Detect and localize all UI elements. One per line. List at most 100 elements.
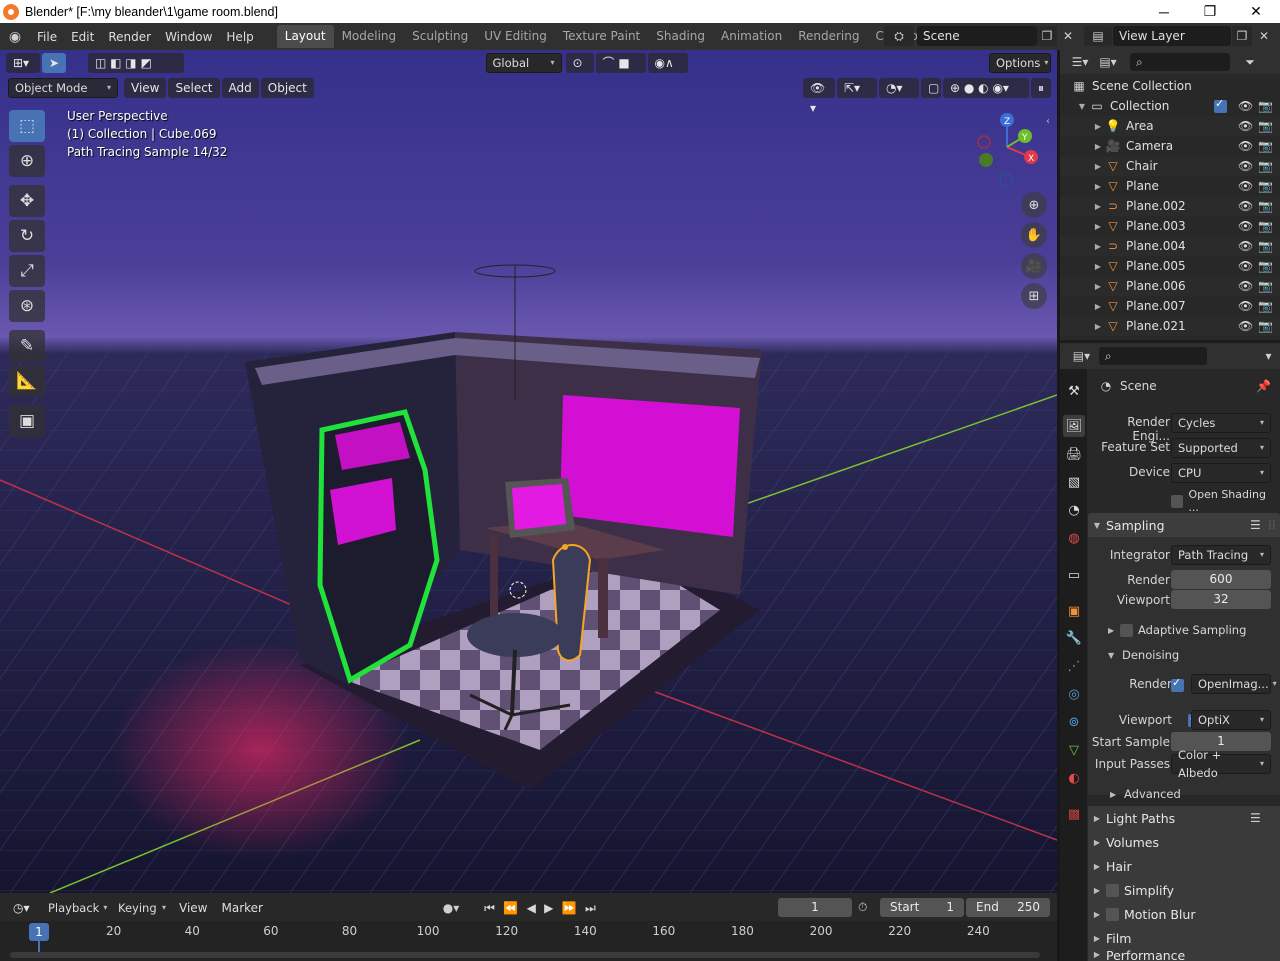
outliner-item[interactable]: ▶ 🎥 Camera 👁 📷 bbox=[1060, 136, 1280, 156]
tab-rendering[interactable]: Rendering bbox=[790, 25, 867, 48]
eye-icon[interactable]: 👁 bbox=[1238, 199, 1253, 213]
end-frame-field[interactable]: End 250 bbox=[966, 898, 1050, 917]
editor-type-icon[interactable]: ⊞▾ bbox=[6, 53, 40, 73]
filter-icon[interactable]: ⏷ bbox=[1238, 55, 1262, 70]
denoise-render-dropdown[interactable]: OpenImag... ▾ bbox=[1191, 674, 1277, 694]
eye-icon[interactable]: 👁 bbox=[1238, 299, 1253, 313]
denoise-render-checkbox[interactable] bbox=[1171, 676, 1184, 692]
keying-menu[interactable]: Keying ▾ bbox=[112, 898, 172, 918]
output-tab-icon[interactable]: 🖨 bbox=[1063, 443, 1085, 465]
eye-icon[interactable]: 👁 bbox=[1238, 179, 1253, 193]
expand-icon[interactable]: ▶ bbox=[1092, 222, 1104, 231]
tab-sculpting[interactable]: Sculpting bbox=[404, 25, 476, 48]
eye-icon[interactable]: 👁 bbox=[1238, 159, 1253, 173]
viewport-menu-add[interactable]: Add bbox=[221, 78, 259, 98]
playback-menu[interactable]: Playback ▾ bbox=[42, 898, 112, 918]
render-camera-icon[interactable]: 📷 bbox=[1258, 139, 1273, 153]
selection-mode-icons[interactable]: ◫ ◧ ◨ ◩ bbox=[88, 53, 184, 73]
tab-animation[interactable]: Animation bbox=[713, 25, 790, 48]
view-layer-field[interactable]: View Layer bbox=[1113, 26, 1231, 46]
particles-tab-icon[interactable]: ⋰ bbox=[1063, 655, 1085, 677]
simplify-panel-header[interactable]: ▶ Simplify bbox=[1088, 878, 1280, 902]
timeline-editor-icon[interactable]: ◷▾ bbox=[6, 898, 40, 918]
mode-dropdown[interactable]: Object Mode ▾ bbox=[8, 78, 118, 98]
outliner-item[interactable]: ▶ ▽ Plane.006 👁 📷 bbox=[1060, 276, 1280, 296]
outliner-item[interactable]: ▶ ▽ Plane.003 👁 📷 bbox=[1060, 216, 1280, 236]
minimize-button[interactable]: ─ bbox=[1141, 0, 1187, 23]
properties-search-input[interactable]: ⌕ bbox=[1098, 347, 1207, 365]
outliner-editor-icon[interactable]: ☰▾ bbox=[1066, 55, 1094, 69]
tab-layout[interactable]: Layout bbox=[276, 25, 334, 48]
advanced-subpanel[interactable]: ▶ Advanced bbox=[1110, 787, 1270, 801]
expand-icon[interactable]: ▶ bbox=[1092, 122, 1104, 131]
delete-scene-icon[interactable]: ✕ bbox=[1058, 26, 1078, 46]
render-camera-icon[interactable]: 📷 bbox=[1258, 239, 1273, 253]
jump-end-icon[interactable]: ⏭ bbox=[585, 901, 596, 916]
feature-set-dropdown[interactable]: Supported ▾ bbox=[1171, 438, 1271, 458]
scene-tab-icon[interactable]: ◔ bbox=[1063, 499, 1085, 521]
drag-handle-icon[interactable]: ⁞⁞ bbox=[1268, 518, 1276, 532]
physics-tab-icon[interactable]: ◎ bbox=[1063, 683, 1085, 705]
view-layer-tab-icon[interactable]: ▧ bbox=[1063, 471, 1085, 493]
pan-hand-icon[interactable]: ✋ bbox=[1021, 222, 1047, 248]
motion-blur-checkbox[interactable] bbox=[1106, 907, 1119, 921]
expand-icon[interactable]: ▶ bbox=[1092, 142, 1104, 151]
shading-mode-icons[interactable]: ⊕ ● ◐ ◉▾ bbox=[943, 78, 1029, 98]
xray-icon[interactable]: ▢ bbox=[921, 78, 941, 98]
viewport-menu-select[interactable]: Select bbox=[168, 78, 220, 98]
render-camera-icon[interactable]: 📷 bbox=[1258, 279, 1273, 293]
presets-list-icon[interactable]: ☰ bbox=[1250, 811, 1261, 825]
eye-icon[interactable]: 👁 bbox=[1238, 239, 1253, 253]
render-camera-icon[interactable]: 📷 bbox=[1258, 259, 1273, 273]
eye-icon[interactable]: 👁 bbox=[1238, 319, 1253, 333]
performance-panel-header[interactable]: ▶ Performance bbox=[1088, 950, 1280, 961]
tool-measure-icon[interactable]: 📐 bbox=[9, 365, 45, 397]
tool-rotate-icon[interactable]: ↻ bbox=[9, 220, 45, 252]
outliner-collection[interactable]: ▼ ▭ Collection 👁 📷 bbox=[1060, 96, 1280, 116]
outliner-item[interactable]: ▶ ▽ Plane 👁 📷 bbox=[1060, 176, 1280, 196]
timeline-view-menu[interactable]: View bbox=[172, 897, 214, 919]
menu-edit[interactable]: Edit bbox=[64, 26, 101, 48]
properties-editor-icon[interactable]: ▤▾ bbox=[1068, 349, 1095, 363]
denoise-viewport-dropdown[interactable]: OptiX ▾ bbox=[1191, 710, 1271, 730]
tool-annotate-icon[interactable]: ✎ bbox=[9, 330, 45, 362]
tool-add-cube-icon[interactable]: ▣ bbox=[9, 405, 45, 437]
eye-icon[interactable]: 👁 bbox=[1238, 219, 1253, 233]
camera-view-icon[interactable]: 🎥 bbox=[1021, 253, 1047, 279]
open-shading-checkbox[interactable] bbox=[1171, 494, 1184, 508]
modifier-tab-icon[interactable]: 🔧 bbox=[1063, 627, 1085, 649]
view-layer-selector-icon[interactable]: ▤ bbox=[1084, 26, 1112, 46]
collection-exclude-checkbox[interactable] bbox=[1214, 97, 1227, 113]
expand-icon[interactable]: ▶ bbox=[1092, 182, 1104, 191]
expand-icon[interactable]: ▶ bbox=[1092, 322, 1104, 331]
tool-cursor-icon[interactable]: ⊕ bbox=[9, 145, 45, 177]
sampling-panel-header[interactable]: ▼ Sampling ☰ ⁞⁞ bbox=[1088, 513, 1280, 537]
new-view-layer-icon[interactable]: ❐ bbox=[1232, 26, 1252, 46]
eye-icon[interactable]: 👁 bbox=[1238, 139, 1253, 153]
prev-keyframe-icon[interactable]: ⏪ bbox=[503, 901, 518, 915]
stopwatch-icon[interactable]: ⏱ bbox=[858, 900, 867, 915]
visibility-icon[interactable]: 👁▾ bbox=[803, 78, 835, 115]
volumes-panel-header[interactable]: ▶ Volumes bbox=[1088, 830, 1280, 854]
play-reverse-icon[interactable]: ◀ bbox=[527, 901, 536, 915]
blender-menu-icon[interactable]: ◉ bbox=[0, 29, 30, 45]
tab-modeling[interactable]: Modeling bbox=[334, 25, 405, 48]
timeline-scrollbar[interactable] bbox=[10, 952, 1040, 958]
constraints-tab-icon[interactable]: ⊚ bbox=[1063, 711, 1085, 733]
menu-window[interactable]: Window bbox=[158, 26, 219, 48]
outliner-item[interactable]: ▶ ⊃ Plane.002 👁 📷 bbox=[1060, 196, 1280, 216]
adaptive-sampling-subpanel[interactable]: ▶ Adaptive Sampling bbox=[1108, 623, 1273, 637]
film-panel-header[interactable]: ▶ Film bbox=[1088, 926, 1280, 950]
select-tool-icon[interactable]: ➤ bbox=[42, 53, 66, 73]
texture-tab-icon[interactable]: ▩ bbox=[1063, 803, 1085, 825]
tool-move-icon[interactable]: ✥ bbox=[9, 185, 45, 217]
delete-view-layer-icon[interactable]: ✕ bbox=[1254, 26, 1274, 46]
auto-keying-icon[interactable]: ●▾ bbox=[436, 898, 466, 918]
snap-icon[interactable]: ⌒ ■ bbox=[595, 53, 646, 73]
render-camera-icon[interactable]: 📷 bbox=[1258, 199, 1273, 213]
outliner-item[interactable]: ▶ ▽ Plane.005 👁 📷 bbox=[1060, 256, 1280, 276]
close-button[interactable]: ✕ bbox=[1233, 0, 1279, 23]
eye-icon[interactable]: 👁 bbox=[1238, 119, 1253, 133]
expand-icon[interactable]: ▶ bbox=[1092, 242, 1104, 251]
pin-icon[interactable]: 📌 bbox=[1256, 379, 1271, 393]
